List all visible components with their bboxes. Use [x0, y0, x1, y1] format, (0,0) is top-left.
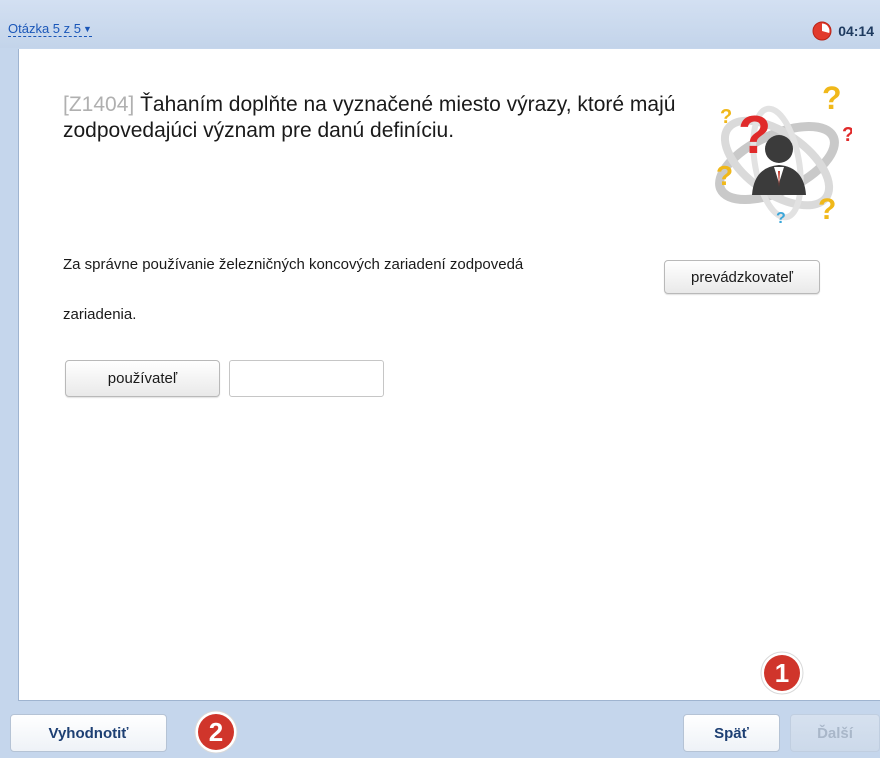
dropped-answer-chip[interactable]: prevádzkovateľ [664, 260, 820, 294]
answer-chip[interactable]: používateľ [65, 360, 220, 397]
svg-text:?: ? [720, 106, 732, 128]
svg-text:?: ? [738, 105, 771, 165]
chevron-down-icon: ▼ [82, 24, 92, 34]
svg-text:?: ? [842, 124, 852, 146]
svg-text:?: ? [822, 83, 842, 116]
svg-text:?: ? [776, 210, 786, 227]
clock-icon [812, 21, 832, 41]
top-bar: Otázka 5 z 5 ▼ 04:14 [0, 0, 880, 48]
next-button: Ďalší [790, 714, 880, 752]
step-badge-2: 2 [194, 710, 238, 754]
badge-1-label: 1 [775, 658, 789, 688]
sentence-part-2: zariadenia. [63, 306, 137, 323]
question-title: [Z1404] Ťahaním doplňte na vyznačené mie… [63, 92, 683, 144]
question-panel: [Z1404] Ťahaním doplňte na vyznačené mie… [18, 49, 880, 701]
timer: 04:14 [812, 21, 874, 41]
question-code: [Z1404] [63, 93, 135, 116]
question-navigator[interactable]: Otázka 5 z 5 ▼ [8, 22, 92, 37]
evaluate-button[interactable]: Vyhodnotiť [10, 714, 167, 752]
empty-drop-slot[interactable] [229, 360, 384, 397]
badge-2-label: 2 [209, 717, 223, 747]
person-with-question-marks-icon: ? ? ? ? ? ? ? [715, 83, 852, 227]
question-text: Ťahaním doplňte na vyznačené miesto výra… [63, 93, 676, 142]
back-button[interactable]: Späť [683, 714, 780, 752]
svg-text:?: ? [716, 160, 733, 191]
timer-value: 04:14 [838, 23, 874, 39]
question-nav-label: Otázka 5 z 5 [8, 21, 81, 36]
step-badge-1: 1 [760, 651, 804, 695]
sentence-part-1: Za správne používanie železničných konco… [63, 256, 524, 273]
svg-text:?: ? [818, 193, 836, 226]
